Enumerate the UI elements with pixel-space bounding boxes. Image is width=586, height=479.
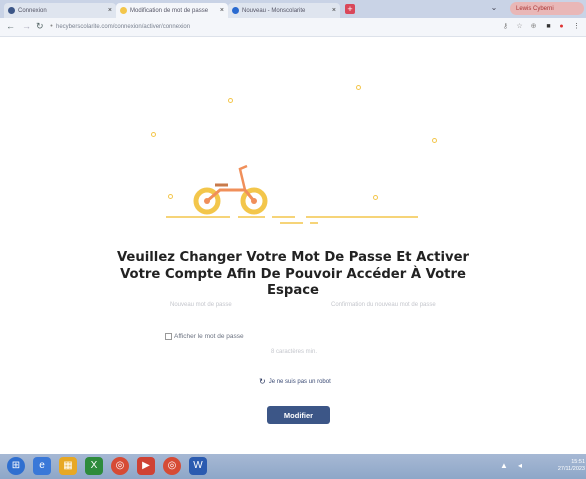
min-chars-hint: 8 caractères min. <box>271 349 318 355</box>
forward-arrow-icon[interactable]: → <box>22 21 31 31</box>
modifier-button[interactable]: Modifier <box>267 406 330 424</box>
page-title: Veuillez Changer Votre Mot De Passe Et A… <box>116 250 470 298</box>
excel-icon[interactable]: X <box>85 457 103 475</box>
browser-toolbar: ← → ↻ • hecyberscolarite.com/connexion/a… <box>0 18 586 37</box>
volume-icon[interactable]: ◂ <box>514 457 526 475</box>
show-password-checkbox[interactable]: Afficher le mot de passe <box>165 333 244 340</box>
tab-close-icon[interactable]: × <box>329 7 336 14</box>
media-icon[interactable]: ▶ <box>137 457 155 475</box>
captcha-label: Je ne suis pas un robot <box>268 378 331 385</box>
confirm-password-label: Confirmation du nouveau mot de passe <box>331 302 436 308</box>
new-tab-button[interactable]: + <box>345 4 355 14</box>
back-arrow-icon[interactable]: ← <box>6 21 15 31</box>
tab-modification-mot-de-passe[interactable]: Modification de mot de passe × <box>116 3 228 18</box>
confirm-password-field[interactable] <box>326 318 441 327</box>
reload-icon[interactable]: ↻ <box>36 21 44 32</box>
start-button-icon[interactable]: ⊞ <box>7 457 25 475</box>
captcha-widget[interactable]: ↻ Je ne suis pas un robot <box>259 377 331 386</box>
star-icon[interactable]: ☆ <box>515 22 524 31</box>
show-password-label: Afficher le mot de passe <box>174 333 244 340</box>
tab-label: Connexion <box>18 7 47 14</box>
balance-bike-icon <box>166 164 418 224</box>
tab-close-icon[interactable]: × <box>217 7 224 14</box>
menu-icon[interactable]: ⋮ <box>572 22 581 31</box>
new-password-field[interactable] <box>168 318 283 327</box>
decorative-dot <box>151 132 156 137</box>
clock-date: 27/11/2023 <box>557 466 585 472</box>
tab-favicon-icon <box>8 7 15 14</box>
taskbar: ⊞ e ▦ X ◎ ▶ ◎ W ▲ ◂ <box>0 454 586 479</box>
tab-nouveau[interactable]: Nouveau - Monscolarite × <box>228 3 340 18</box>
decorative-dot <box>432 138 437 143</box>
avatar[interactable]: ● <box>557 22 566 31</box>
chevron-down-icon[interactable]: ⌄ <box>488 3 500 13</box>
address-bar[interactable]: hecyberscolarite.com/connexion/activer/c… <box>56 22 486 33</box>
key-icon[interactable]: ⚷ <box>501 22 510 31</box>
explorer-icon[interactable]: ▦ <box>59 457 77 475</box>
extension-icon[interactable]: ⊕ <box>529 22 538 31</box>
tab-label: Nouveau - Monscolarite <box>242 7 306 14</box>
clock[interactable]: 15:51 27/11/2023 <box>537 459 585 473</box>
tab-label: Modification de mot de passe <box>130 7 209 14</box>
refresh-icon[interactable]: ↻ <box>259 377 266 386</box>
clock-time: 15:51 <box>571 459 585 465</box>
browser-tab-bar: Connexion × Modification de mot de passe… <box>0 0 586 18</box>
tab-favicon-icon <box>120 7 127 14</box>
user-name: Lewis Cyberni <box>516 5 554 12</box>
word-icon[interactable]: W <box>189 457 207 475</box>
new-password-label: Nouveau mot de passe <box>170 302 232 308</box>
ie-icon[interactable]: e <box>33 457 51 475</box>
tab-favicon-icon <box>232 7 239 14</box>
tab-close-icon[interactable]: × <box>105 7 112 14</box>
decorative-dot <box>356 85 361 90</box>
user-profile-chip[interactable]: Lewis Cyberni <box>510 2 584 15</box>
puzzle-icon[interactable]: ■ <box>544 22 553 31</box>
decorative-dot <box>228 98 233 103</box>
chrome-icon[interactable]: ◎ <box>111 457 129 475</box>
lock-icon: • <box>50 23 53 30</box>
chrome-icon[interactable]: ◎ <box>163 457 181 475</box>
network-icon[interactable]: ▲ <box>498 457 510 475</box>
checkbox-icon[interactable] <box>165 333 172 340</box>
tab-connexion[interactable]: Connexion × <box>4 3 116 18</box>
